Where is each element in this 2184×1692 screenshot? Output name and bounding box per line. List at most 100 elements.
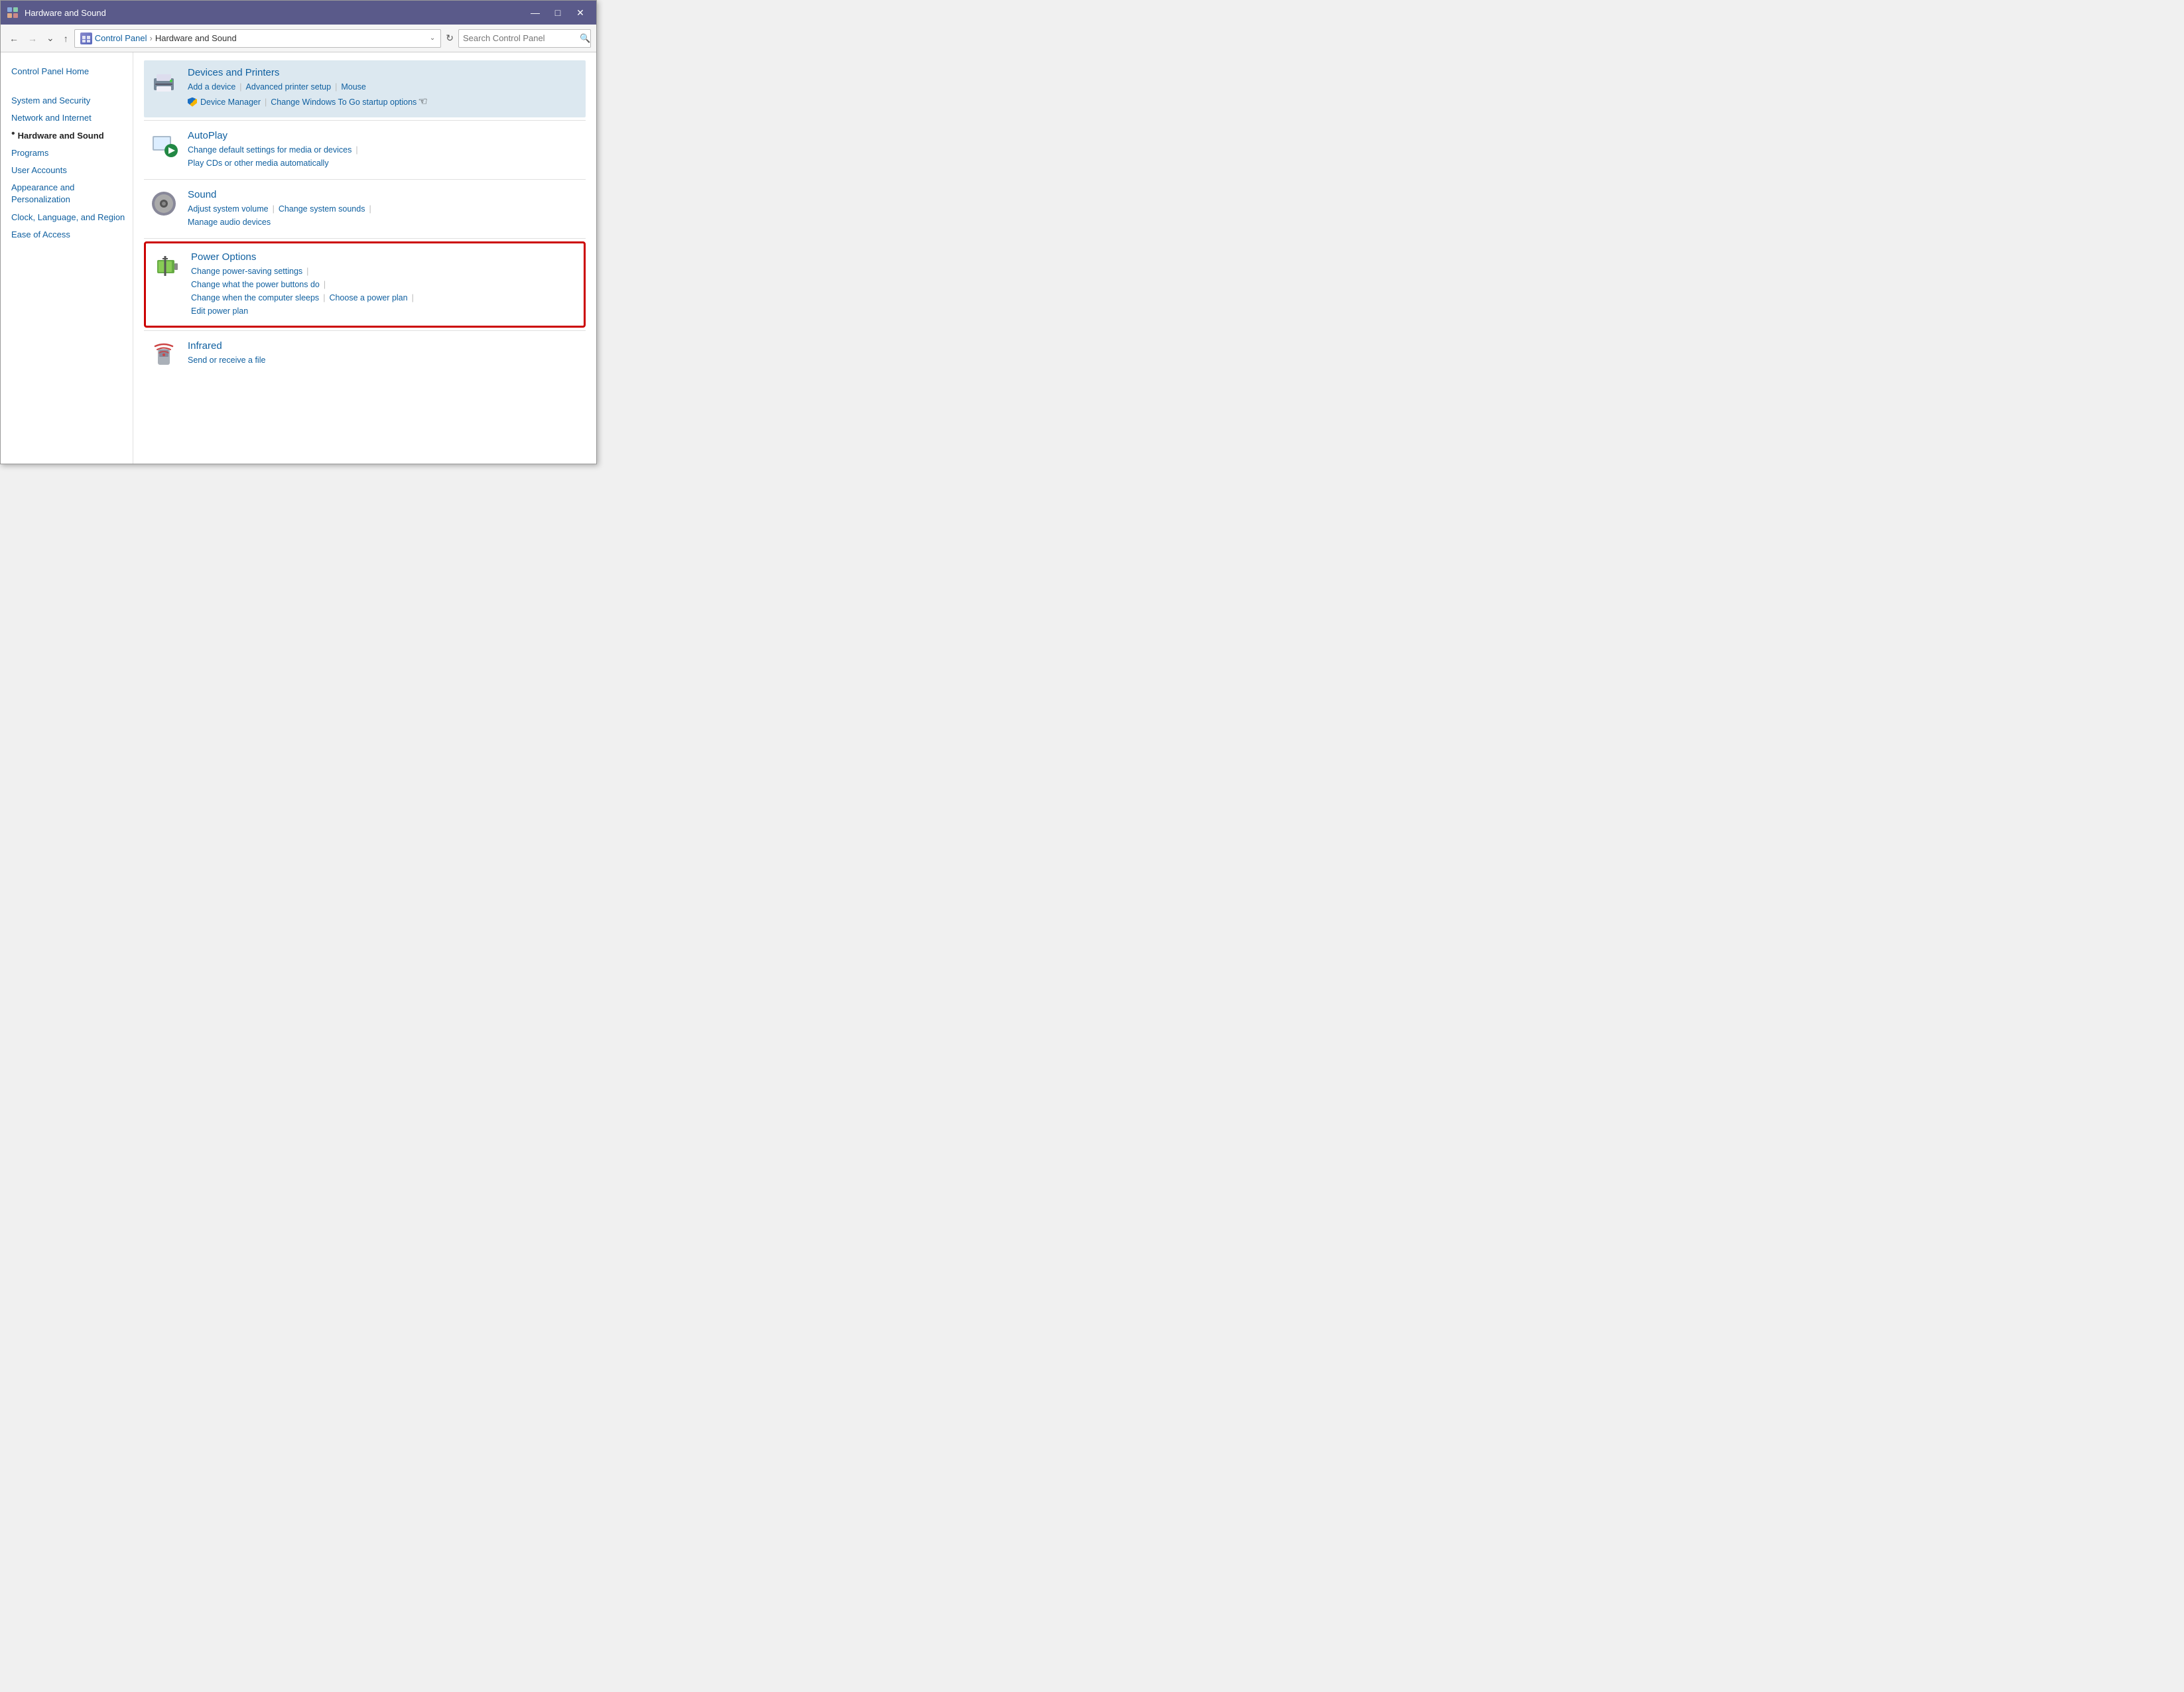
section-infrared: Infrared Send or receive a file	[144, 334, 586, 376]
forward-button[interactable]: →	[25, 31, 40, 46]
autoplay-text: AutoPlay Change default settings for med…	[188, 130, 580, 170]
breadcrumb-icon	[80, 33, 92, 44]
choose-power-plan-link[interactable]: Choose a power plan	[329, 291, 407, 304]
active-bullet: •	[11, 128, 15, 140]
titlebar-buttons: — □ ✕	[525, 3, 591, 22]
power-links3: Change when the computer sleeps | Choose…	[191, 291, 577, 304]
autoplay-icon	[149, 130, 178, 159]
sep7: |	[306, 265, 308, 278]
titlebar: Hardware and Sound — □ ✕	[1, 1, 596, 25]
sound-icon	[149, 189, 178, 218]
divider1	[144, 120, 586, 121]
minimize-button[interactable]: —	[525, 3, 546, 22]
power-options-icon	[153, 251, 182, 281]
sep8: |	[324, 278, 326, 291]
autoplay-title[interactable]: AutoPlay	[188, 130, 227, 141]
infrared-title[interactable]: Infrared	[188, 340, 222, 352]
divider3	[144, 238, 586, 239]
autoplay-links: Change default settings for media or dev…	[188, 143, 580, 157]
section-power-options: Power Options Change power-saving settin…	[147, 245, 582, 324]
sound-title[interactable]: Sound	[188, 189, 216, 200]
power-links4: Edit power plan	[191, 304, 577, 318]
section-devices-printers: Devices and Printers Add a device | Adva…	[144, 60, 586, 117]
sidebar-item-network-internet[interactable]: Network and Internet	[11, 109, 133, 127]
cursor-indicator: ☜	[418, 94, 427, 111]
sidebar-item-programs[interactable]: Programs	[11, 145, 133, 162]
sound-text: Sound Adjust system volume | Change syst…	[188, 189, 580, 229]
edit-power-plan-link[interactable]: Edit power plan	[191, 304, 248, 318]
advanced-printer-link[interactable]: Advanced printer setup	[246, 80, 332, 94]
sidebar: Control Panel Home System and Security N…	[1, 52, 133, 464]
shield-icon	[188, 98, 197, 107]
devices-printers-links: Add a device | Advanced printer setup | …	[188, 80, 580, 94]
sidebar-item-hardware-sound[interactable]: Hardware and Sound	[18, 127, 104, 145]
sidebar-item-ease-of-access[interactable]: Ease of Access	[11, 226, 133, 243]
sep3: |	[265, 96, 267, 109]
change-computer-sleeps-link[interactable]: Change when the computer sleeps	[191, 291, 319, 304]
addressbar: ← → ⌄ ↑ Control Panel › Hardware and Sou…	[1, 25, 596, 52]
power-options-text: Power Options Change power-saving settin…	[191, 251, 577, 318]
add-device-link[interactable]: Add a device	[188, 80, 235, 94]
sound-links2: Manage audio devices	[188, 216, 580, 229]
sep5: |	[273, 202, 275, 216]
breadcrumb-current: Hardware and Sound	[155, 33, 237, 43]
infrared-text: Infrared Send or receive a file	[188, 340, 580, 367]
mouse-link[interactable]: Mouse	[341, 80, 366, 94]
sep1: |	[239, 80, 241, 94]
change-power-saving-link[interactable]: Change power-saving settings	[191, 265, 302, 278]
sep9: |	[323, 291, 325, 304]
windows-to-go-link[interactable]: Change Windows To Go startup options	[271, 96, 417, 109]
divider2	[144, 179, 586, 180]
dropdown-button[interactable]: ⌄	[43, 31, 58, 46]
sidebar-item-user-accounts[interactable]: User Accounts	[11, 162, 133, 179]
infrared-links: Send or receive a file	[188, 354, 580, 367]
main-window: Hardware and Sound — □ ✕ ← → ⌄ ↑ Control…	[0, 0, 597, 464]
devices-printers-text: Devices and Printers Add a device | Adva…	[188, 67, 580, 111]
search-input[interactable]	[463, 33, 580, 43]
sidebar-item-clock[interactable]: Clock, Language, and Region	[11, 209, 133, 226]
section-sound: Sound Adjust system volume | Change syst…	[144, 182, 586, 235]
breadcrumb-dropdown[interactable]: ⌄	[430, 34, 435, 42]
change-power-buttons-link[interactable]: Change what the power buttons do	[191, 278, 320, 291]
breadcrumb-separator: ›	[150, 33, 153, 43]
search-button[interactable]: 🔍	[580, 33, 590, 44]
sidebar-item-control-panel-home[interactable]: Control Panel Home	[11, 63, 133, 80]
titlebar-icon	[6, 6, 19, 19]
breadcrumb-bar: Control Panel › Hardware and Sound ⌄	[74, 29, 442, 48]
devices-printers-links2: Device Manager | Change Windows To Go st…	[188, 94, 580, 111]
play-cds-link[interactable]: Play CDs or other media automatically	[188, 157, 329, 170]
up-button[interactable]: ↑	[60, 31, 72, 46]
power-options-border: Power Options Change power-saving settin…	[144, 241, 586, 328]
sep4: |	[355, 143, 357, 157]
infrared-icon	[149, 340, 178, 369]
titlebar-title: Hardware and Sound	[25, 8, 525, 18]
sep10: |	[412, 291, 414, 304]
close-button[interactable]: ✕	[570, 3, 591, 22]
power-options-title[interactable]: Power Options	[191, 251, 256, 263]
sound-links: Adjust system volume | Change system sou…	[188, 202, 580, 216]
change-defaults-link[interactable]: Change default settings for media or dev…	[188, 143, 352, 157]
sep6: |	[369, 202, 371, 216]
devices-printers-title[interactable]: Devices and Printers	[188, 67, 279, 78]
adjust-volume-link[interactable]: Adjust system volume	[188, 202, 269, 216]
breadcrumb-root[interactable]: Control Panel	[95, 33, 147, 43]
restore-button[interactable]: □	[547, 3, 568, 22]
section-autoplay: AutoPlay Change default settings for med…	[144, 123, 586, 176]
refresh-button[interactable]: ↻	[444, 31, 456, 46]
power-links1: Change power-saving settings |	[191, 265, 577, 278]
sidebar-item-appearance[interactable]: Appearance and Personalization	[11, 179, 133, 208]
change-system-sounds-link[interactable]: Change system sounds	[279, 202, 365, 216]
manage-audio-link[interactable]: Manage audio devices	[188, 216, 271, 229]
device-manager-link[interactable]: Device Manager	[188, 96, 261, 109]
send-receive-file-link[interactable]: Send or receive a file	[188, 354, 265, 367]
power-links2: Change what the power buttons do |	[191, 278, 577, 291]
content-area: Devices and Printers Add a device | Adva…	[133, 52, 596, 464]
back-button[interactable]: ←	[6, 31, 22, 46]
search-box: 🔍	[458, 29, 591, 48]
autoplay-links2: Play CDs or other media automatically	[188, 157, 580, 170]
sidebar-item-hardware-sound-wrapper: • Hardware and Sound	[11, 127, 133, 145]
main-area: Control Panel Home System and Security N…	[1, 52, 596, 464]
devices-printers-icon	[149, 67, 178, 96]
sidebar-item-system-security[interactable]: System and Security	[11, 92, 133, 109]
sep2: |	[335, 80, 337, 94]
